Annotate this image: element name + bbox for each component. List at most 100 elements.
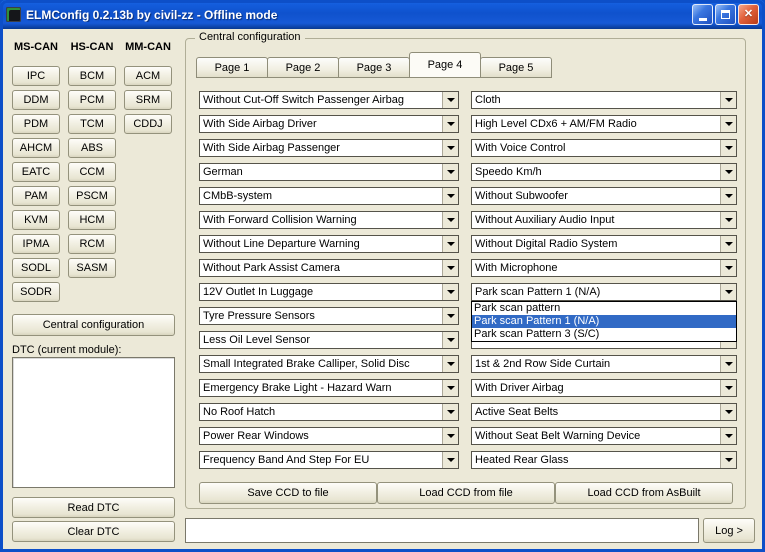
chevron-down-icon[interactable] [720, 284, 736, 300]
chevron-down-icon[interactable] [442, 404, 458, 420]
combo-left-15[interactable]: Frequency Band And Step For EU [199, 451, 459, 469]
module-button-pdm[interactable]: PDM [12, 114, 60, 134]
titlebar[interactable]: ELMConfig 0.2.13b by civil-zz - Offline … [0, 0, 765, 29]
combo-left-10[interactable]: Less Oil Level Sensor [199, 331, 459, 349]
module-button-ahcm[interactable]: AHCM [12, 138, 60, 158]
tab-page-5[interactable]: Page 5 [480, 57, 552, 78]
combo-left-8[interactable]: 12V Outlet In Luggage [199, 283, 459, 301]
module-button-hcm[interactable]: HCM [68, 210, 116, 230]
combo-left-13[interactable]: No Roof Hatch [199, 403, 459, 421]
combo-left-14[interactable]: Power Rear Windows [199, 427, 459, 445]
module-button-cddj[interactable]: CDDJ [124, 114, 172, 134]
chevron-down-icon[interactable] [720, 140, 736, 156]
load-ccd-from-file-button[interactable]: Load CCD from file [377, 482, 555, 504]
combo-left-1[interactable]: With Side Airbag Driver [199, 115, 459, 133]
chevron-down-icon[interactable] [442, 284, 458, 300]
module-button-ipma[interactable]: IPMA [12, 234, 60, 254]
chevron-down-icon[interactable] [720, 260, 736, 276]
chevron-down-icon[interactable] [720, 212, 736, 228]
chevron-down-icon[interactable] [720, 356, 736, 372]
dtc-listbox[interactable] [12, 357, 175, 488]
chevron-down-icon[interactable] [720, 92, 736, 108]
combo-left-3[interactable]: German [199, 163, 459, 181]
module-button-sodr[interactable]: SODR [12, 282, 60, 302]
chevron-down-icon[interactable] [442, 164, 458, 180]
module-button-kvm[interactable]: KVM [12, 210, 60, 230]
command-input[interactable] [185, 518, 699, 543]
combo-right-8[interactable]: Park scan Pattern 1 (N/A) [471, 283, 737, 301]
central-configuration-button[interactable]: Central configuration [12, 314, 175, 336]
combo-right-0[interactable]: Cloth [471, 91, 737, 109]
module-button-tcm[interactable]: TCM [68, 114, 116, 134]
chevron-down-icon[interactable] [442, 236, 458, 252]
chevron-down-icon[interactable] [720, 116, 736, 132]
module-button-pscm[interactable]: PSCM [68, 186, 116, 206]
combo-left-0[interactable]: Without Cut-Off Switch Passenger Airbag [199, 91, 459, 109]
combo-left-5[interactable]: With Forward Collision Warning [199, 211, 459, 229]
chevron-down-icon[interactable] [442, 188, 458, 204]
module-button-sodl[interactable]: SODL [12, 258, 60, 278]
chevron-down-icon[interactable] [442, 356, 458, 372]
clear-dtc-button[interactable]: Clear DTC [12, 521, 175, 542]
chevron-down-icon[interactable] [720, 188, 736, 204]
chevron-down-icon[interactable] [442, 452, 458, 468]
module-button-rcm[interactable]: RCM [68, 234, 116, 254]
chevron-down-icon[interactable] [720, 236, 736, 252]
chevron-down-icon[interactable] [720, 404, 736, 420]
module-button-pam[interactable]: PAM [12, 186, 60, 206]
chevron-down-icon[interactable] [442, 308, 458, 324]
combo-right-14[interactable]: Without Seat Belt Warning Device [471, 427, 737, 445]
combo-right-1[interactable]: High Level CDx6 + AM/FM Radio [471, 115, 737, 133]
module-button-acm[interactable]: ACM [124, 66, 172, 86]
chevron-down-icon[interactable] [442, 212, 458, 228]
combo-left-9[interactable]: Tyre Pressure Sensors [199, 307, 459, 325]
tab-page-1[interactable]: Page 1 [196, 57, 268, 78]
combo-right-13[interactable]: Active Seat Belts [471, 403, 737, 421]
save-ccd-to-file-button[interactable]: Save CCD to file [199, 482, 377, 504]
tab-page-4[interactable]: Page 4 [409, 52, 481, 78]
chevron-down-icon[interactable] [720, 452, 736, 468]
module-button-sasm[interactable]: SASM [68, 258, 116, 278]
chevron-down-icon[interactable] [720, 380, 736, 396]
chevron-down-icon[interactable] [442, 92, 458, 108]
chevron-down-icon[interactable] [442, 428, 458, 444]
combo-right-4[interactable]: Without Subwoofer [471, 187, 737, 205]
combo-left-4[interactable]: CMbB-system [199, 187, 459, 205]
chevron-down-icon[interactable] [442, 140, 458, 156]
combo-right-12[interactable]: With Driver Airbag [471, 379, 737, 397]
close-button[interactable]: ✕ [738, 4, 759, 25]
dropdown-option-2[interactable]: Park scan Pattern 3 (S/C) [472, 328, 736, 341]
combo-left-2[interactable]: With Side Airbag Passenger [199, 139, 459, 157]
read-dtc-button[interactable]: Read DTC [12, 497, 175, 518]
combo-left-12[interactable]: Emergency Brake Light - Hazard Warn [199, 379, 459, 397]
maximize-button[interactable] [715, 4, 736, 25]
module-button-ccm[interactable]: CCM [68, 162, 116, 182]
combo-right-3[interactable]: Speedo Km/h [471, 163, 737, 181]
chevron-down-icon[interactable] [720, 164, 736, 180]
module-button-pcm[interactable]: PCM [68, 90, 116, 110]
module-button-eatc[interactable]: EATC [12, 162, 60, 182]
module-button-ddm[interactable]: DDM [12, 90, 60, 110]
chevron-down-icon[interactable] [442, 380, 458, 396]
combo-right-7[interactable]: With Microphone [471, 259, 737, 277]
dropdown-option-0[interactable]: Park scan pattern [472, 302, 736, 315]
chevron-down-icon[interactable] [442, 332, 458, 348]
combo-left-7[interactable]: Without Park Assist Camera [199, 259, 459, 277]
chevron-down-icon[interactable] [720, 428, 736, 444]
combo-right-5[interactable]: Without Auxiliary Audio Input [471, 211, 737, 229]
dropdown-option-1[interactable]: Park scan Pattern 1 (N/A) [472, 315, 736, 328]
minimize-button[interactable] [692, 4, 713, 25]
combo-left-11[interactable]: Small Integrated Brake Calliper, Solid D… [199, 355, 459, 373]
chevron-down-icon[interactable] [442, 260, 458, 276]
module-button-ipc[interactable]: IPC [12, 66, 60, 86]
tab-page-2[interactable]: Page 2 [267, 57, 339, 78]
module-button-srm[interactable]: SRM [124, 90, 172, 110]
tab-page-3[interactable]: Page 3 [338, 57, 410, 78]
chevron-down-icon[interactable] [442, 116, 458, 132]
module-button-bcm[interactable]: BCM [68, 66, 116, 86]
combo-right-2[interactable]: With Voice Control [471, 139, 737, 157]
combo-right-6[interactable]: Without Digital Radio System [471, 235, 737, 253]
combo-right-11[interactable]: 1st & 2nd Row Side Curtain [471, 355, 737, 373]
module-button-abs[interactable]: ABS [68, 138, 116, 158]
combo-right-15[interactable]: Heated Rear Glass [471, 451, 737, 469]
